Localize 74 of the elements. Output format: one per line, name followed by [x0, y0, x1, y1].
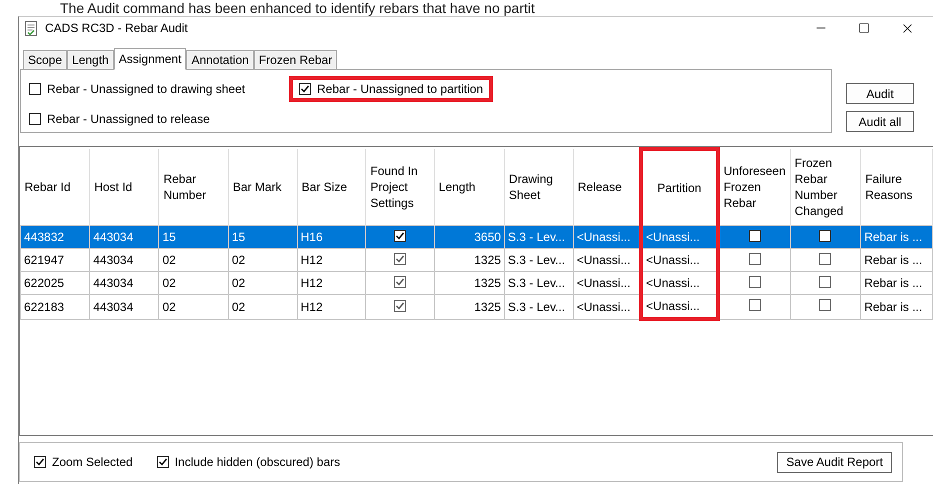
checkbox[interactable] — [748, 252, 761, 264]
table-cell: H16 — [297, 226, 366, 248]
document-text: The Audit command has been enhanced to identify rebars that have no partit — [59, 0, 536, 16]
checkbox[interactable] — [299, 83, 311, 95]
table-cell: 02 — [228, 294, 298, 319]
checkbox[interactable] — [29, 113, 41, 125]
table-cell: 621947 — [20, 248, 90, 272]
table-cell: 02 — [158, 272, 228, 294]
checkbox[interactable] — [819, 299, 832, 312]
audit-button[interactable]: Audit — [846, 83, 914, 104]
table-cell: 02 — [158, 248, 228, 272]
table-cell: H12 — [297, 294, 366, 319]
checkbox-option[interactable]: Rebar - Unassigned to partition — [289, 76, 494, 102]
table-cell: Rebar is ... — [860, 294, 932, 319]
checkbox[interactable] — [748, 299, 761, 312]
table-cell: <Unassi... — [641, 248, 718, 272]
table-cell: 3650 — [434, 226, 504, 248]
table-cell: 02 — [228, 248, 298, 272]
table-cell: 15 — [158, 226, 228, 248]
table-cell: Rebar is ... — [860, 226, 932, 248]
checkbox[interactable] — [34, 456, 46, 468]
checkbox[interactable] — [819, 230, 832, 242]
table-cell: S.3 - Lev... — [504, 226, 574, 248]
checkbox[interactable] — [819, 252, 832, 264]
table-cell: S.3 - Lev... — [504, 248, 574, 272]
table-cell: <Unassi... — [641, 272, 718, 294]
window-title: CADS RC3D - Rebar Audit — [45, 21, 188, 35]
audit-button[interactable]: Audit all — [846, 111, 914, 132]
table-cell: 443034 — [90, 294, 159, 319]
table-cell: 1325 — [434, 248, 504, 272]
checkbox[interactable] — [394, 300, 406, 312]
table-cell: <Unassi... — [573, 226, 642, 248]
table-cell: 622025 — [20, 272, 90, 294]
checkbox[interactable] — [394, 276, 406, 288]
table-cell: 02 — [158, 294, 228, 319]
table-cell: 15 — [228, 226, 298, 248]
checkbox[interactable] — [29, 83, 41, 95]
checkbox[interactable] — [394, 230, 406, 242]
checkbox[interactable] — [156, 456, 169, 468]
checkbox[interactable] — [748, 230, 761, 242]
tab[interactable]: Length — [67, 50, 114, 69]
checkbox[interactable] — [819, 276, 832, 288]
table-cell: Rebar is ... — [860, 272, 932, 294]
save-report-button[interactable]: Save Audit Report — [777, 452, 892, 472]
checkbox[interactable] — [394, 253, 406, 265]
checkbox-option[interactable]: Rebar - Unassigned to drawing sheet — [19, 76, 256, 102]
tab[interactable]: Frozen Rebar — [254, 50, 338, 69]
table-cell: H12 — [297, 248, 366, 272]
checkbox-option[interactable]: Zoom Selected — [24, 449, 143, 475]
document-icon — [25, 20, 37, 36]
table-cell: 443034 — [90, 226, 159, 248]
table-cell: <Unassi... — [641, 226, 718, 248]
checkbox-option[interactable]: Include hidden (obscured) bars — [146, 449, 350, 475]
tab[interactable]: Scope — [23, 50, 68, 69]
checkbox[interactable] — [748, 276, 761, 288]
table-cell: 443832 — [20, 226, 90, 248]
table-cell: 622183 — [20, 294, 90, 319]
table-cell: 1325 — [434, 294, 504, 319]
table-cell: 443034 — [90, 248, 159, 272]
table-cell: 02 — [228, 272, 298, 294]
checkbox-option[interactable]: Rebar - Unassigned to release — [19, 106, 220, 132]
table-cell: <Unassi... — [573, 272, 642, 294]
table-cell: <Unassi... — [641, 294, 718, 319]
tab[interactable]: Assignment — [114, 48, 186, 70]
table-cell: <Unassi... — [573, 294, 642, 319]
table-cell: 443034 — [90, 272, 159, 294]
table-cell: S.3 - Lev... — [504, 272, 574, 294]
table-cell: 1325 — [434, 272, 504, 294]
table-cell: Rebar is ... — [860, 248, 932, 272]
maximize-icon[interactable] — [858, 22, 870, 34]
tab[interactable]: Annotation — [186, 50, 254, 69]
table-cell: S.3 - Lev... — [504, 294, 574, 319]
table-cell: <Unassi... — [573, 248, 642, 272]
table-cell: H12 — [297, 272, 366, 294]
